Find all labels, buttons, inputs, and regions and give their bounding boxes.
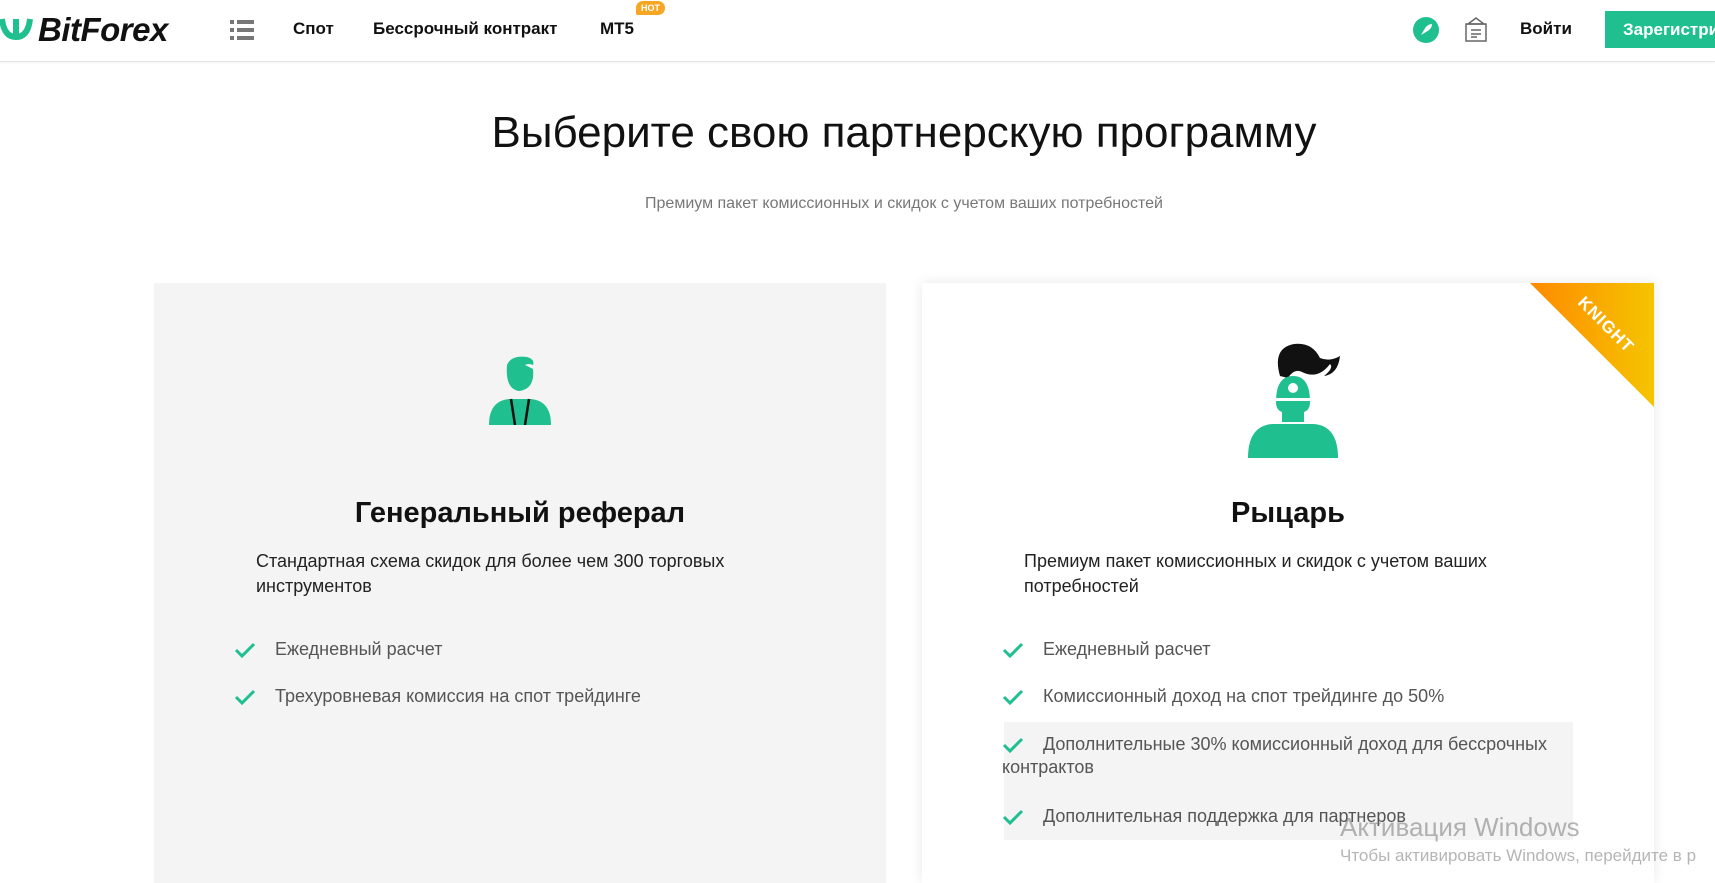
card-title: Генеральный реферал [354,497,686,529]
check-icon [1002,737,1024,754]
check-icon [1002,642,1024,659]
brand-name: BitForex [38,11,168,48]
feature-text: Ежедневный расчет [1043,639,1211,659]
program-card-knight[interactable]: KNIGHT Рыцарь Премиум пакет комиссионных… [922,283,1654,883]
logo[interactable]: BitForex [0,10,168,50]
program-card-general[interactable]: Генеральный реферал Стандартная схема ск… [154,283,886,883]
feature-item: Трехуровневая комиссия на спот трейдинге [234,685,804,708]
login-link[interactable]: Войти [1520,19,1572,39]
feature-text: Трехуровневая комиссия на спот трейдинге [275,686,641,706]
page-subtitle: Премиум пакет комиссионных и скидок с уч… [645,195,1163,212]
knight-ribbon: KNIGHT [1530,283,1654,407]
register-button[interactable]: Зарегистри [1605,11,1715,48]
page-title: Выберите свою партнерскую программу [491,108,1317,157]
feature-item: Комиссионный доход на спот трейдинге до … [1002,685,1572,708]
bitforex-logo-icon [0,18,33,41]
card-description: Премиум пакет комиссионных и скидок с уч… [1024,551,1487,596]
card-description: Стандартная схема скидок для более чем 3… [256,551,725,596]
feature-item: Ежедневный расчет [1002,638,1572,661]
windows-activation-text: Чтобы активировать Windows, перейдите в … [1340,846,1697,865]
feature-text: Ежедневный расчет [275,639,443,659]
check-icon [234,642,256,659]
rocket-icon[interactable] [1413,17,1439,43]
nav-spot[interactable]: Спот [293,19,334,39]
nav-perpetual-contract[interactable]: Бессрочный контракт [373,19,557,39]
announcement-icon[interactable] [1464,17,1488,43]
feature-text: Комиссионный доход на спот трейдинге до … [1043,686,1445,706]
top-navbar: BitForex Спот Бессрочный контракт MT5 HO… [0,0,1715,62]
hot-badge: HOT [636,1,665,15]
card-title: Рыцарь [1231,497,1345,529]
feature-item: Дополнительные 30% комиссионный доход дл… [1002,733,1572,779]
menu-list-icon[interactable] [230,19,254,41]
nav-mt5[interactable]: MT5 [600,19,634,39]
check-icon [1002,809,1024,826]
feature-item: Ежедневный расчет [234,638,804,661]
knight-icon [1248,343,1340,458]
check-icon [234,689,256,706]
feature-text: Дополнительные 30% комиссионный доход дл… [1002,734,1547,777]
ribbon-label: KNIGHT [1574,292,1638,357]
check-icon [1002,689,1024,706]
windows-activation-title: Активация Windows [1340,812,1580,842]
referral-person-icon [489,356,551,425]
